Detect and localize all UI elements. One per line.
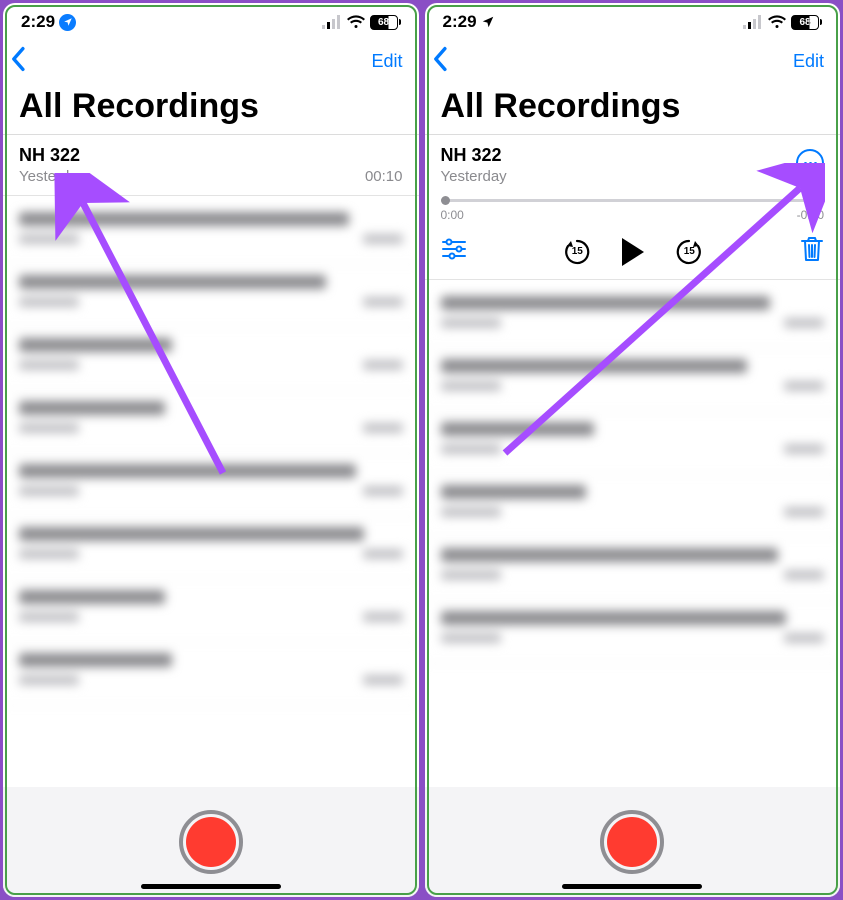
- playback-options-button[interactable]: [441, 238, 467, 265]
- delete-button[interactable]: [800, 236, 824, 267]
- record-bar: [425, 787, 841, 897]
- phone-screenshot-right: 2:29 68 Edit All Recordings: [425, 3, 841, 897]
- location-icon: [481, 15, 495, 29]
- skip-forward-button[interactable]: 15: [674, 237, 704, 267]
- home-indicator[interactable]: [562, 884, 702, 889]
- record-bar: [3, 787, 419, 897]
- wifi-icon: [347, 15, 365, 29]
- recording-title: NH 322: [19, 145, 403, 166]
- status-bar: 2:29 68: [3, 3, 419, 41]
- location-icon: [59, 14, 76, 31]
- status-time: 2:29: [21, 12, 55, 32]
- cellular-icon: [322, 15, 342, 29]
- skip-back-button[interactable]: 15: [562, 237, 592, 267]
- home-indicator[interactable]: [141, 884, 281, 889]
- nav-bar: Edit: [3, 41, 419, 81]
- recording-row[interactable]: NH 322 Yesterday 00:10: [3, 135, 419, 196]
- wifi-icon: [768, 15, 786, 29]
- recording-duration: 00:10: [365, 168, 403, 185]
- page-title: All Recordings: [3, 81, 419, 134]
- recording-title: NH 322: [441, 145, 507, 166]
- play-button[interactable]: [622, 238, 644, 266]
- recordings-list-blurred: [3, 196, 419, 787]
- cellular-icon: [743, 15, 763, 29]
- status-time: 2:29: [443, 12, 477, 32]
- back-button[interactable]: [9, 46, 29, 77]
- record-button[interactable]: [600, 810, 664, 874]
- status-bar: 2:29 68: [425, 3, 841, 41]
- record-button[interactable]: [179, 810, 243, 874]
- recordings-list-blurred: [425, 280, 841, 787]
- more-options-button[interactable]: [796, 149, 824, 177]
- back-button[interactable]: [431, 46, 451, 77]
- recording-date: Yesterday: [441, 168, 507, 185]
- nav-bar: Edit: [425, 41, 841, 81]
- edit-button[interactable]: Edit: [793, 51, 830, 72]
- phone-screenshot-left: 2:29 68 Edit All Reco: [3, 3, 419, 897]
- playback-scrubber[interactable]: 0:00 -0:10: [441, 199, 825, 222]
- recording-date: Yesterday: [19, 168, 85, 185]
- page-title: All Recordings: [425, 81, 841, 134]
- battery-icon: 68: [791, 15, 822, 30]
- recording-expanded: NH 322 Yesterday 0:00 -0:10: [425, 135, 841, 280]
- edit-button[interactable]: Edit: [371, 51, 408, 72]
- elapsed-time: 0:00: [441, 208, 464, 222]
- remaining-time: -0:10: [797, 208, 824, 222]
- battery-icon: 68: [370, 15, 401, 30]
